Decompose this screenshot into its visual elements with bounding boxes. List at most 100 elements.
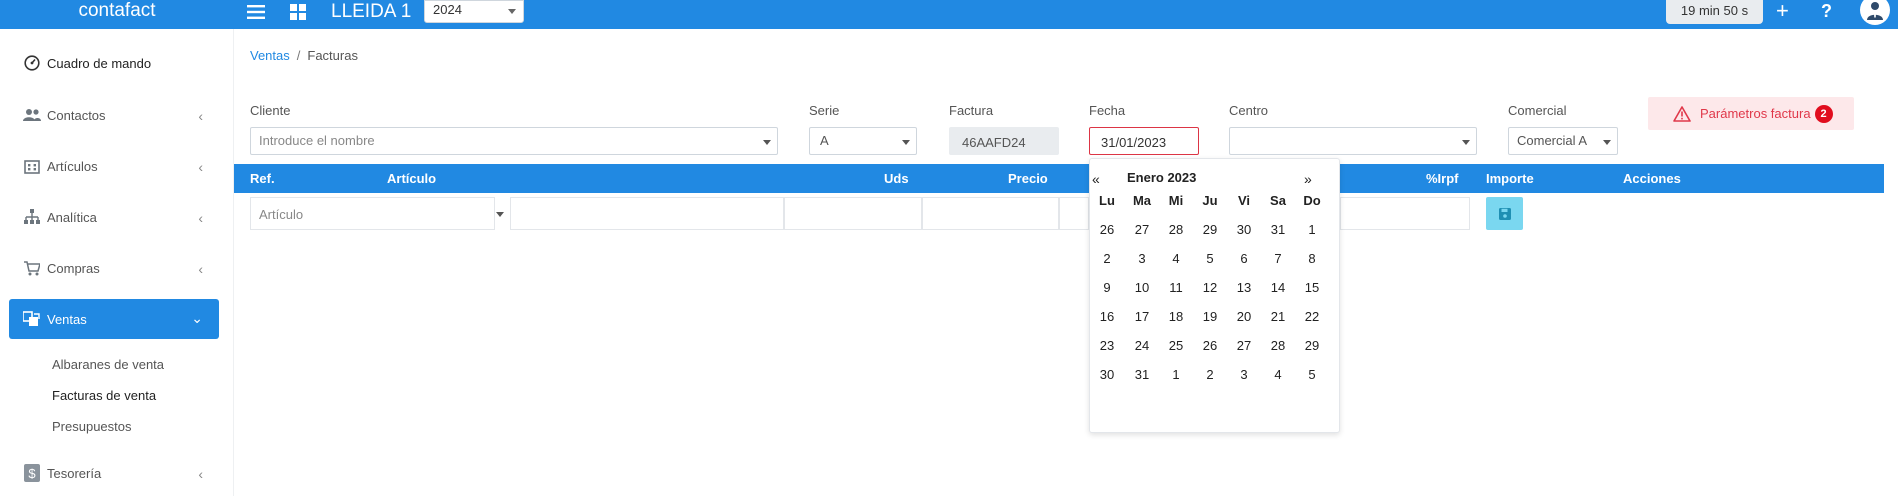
sidebar-item-cuadro-de-mando[interactable]: Cuadro de mando [9, 43, 219, 83]
datepicker-next-button[interactable]: » [1304, 171, 1312, 187]
datepicker-day[interactable]: 28 [1159, 222, 1193, 237]
sidebar-item-ventas[interactable]: Ventas ⌄ [9, 299, 219, 339]
datepicker-day[interactable]: 11 [1159, 280, 1193, 295]
datepicker-day[interactable]: 21 [1261, 309, 1295, 324]
menu-toggle-icon[interactable] [245, 2, 267, 22]
sidebar-item-contactos[interactable]: Contactos ‹ [9, 95, 219, 135]
datepicker-day[interactable]: 4 [1261, 367, 1295, 382]
datepicker-day[interactable]: 24 [1125, 338, 1159, 353]
datepicker-day[interactable]: 28 [1261, 338, 1295, 353]
top-navbar: contafact LLEIDA 1 2024 19 min 50 s + ? [0, 0, 1898, 29]
sidebar-item-tesoreria[interactable]: $ Tesorería ‹ [9, 453, 219, 493]
save-line-button[interactable] [1486, 197, 1523, 230]
sitemap-icon [23, 208, 41, 226]
datepicker-day[interactable]: 29 [1193, 222, 1227, 237]
datepicker-day[interactable]: 3 [1227, 367, 1261, 382]
datepicker-day[interactable]: 4 [1159, 251, 1193, 266]
datepicker-day[interactable]: 5 [1193, 251, 1227, 266]
datepicker-day[interactable]: 7 [1261, 251, 1295, 266]
sidebar-item-articulos[interactable]: Artículos ‹ [9, 146, 219, 186]
warning-icon [1673, 105, 1691, 122]
datepicker-day[interactable]: 12 [1193, 280, 1227, 295]
cliente-placeholder: Introduce el nombre [259, 133, 375, 148]
datepicker-day[interactable]: 10 [1125, 280, 1159, 295]
col-acciones: Acciones [1623, 171, 1681, 186]
year-select[interactable]: 2024 [424, 0, 524, 23]
datepicker-day[interactable]: 6 [1227, 251, 1261, 266]
factura-value: 46AAFD24 [962, 135, 1026, 150]
centro-select[interactable] [1229, 127, 1477, 155]
precio-input[interactable] [922, 197, 1059, 230]
parametros-factura-label: Parámetros factura [1700, 106, 1811, 121]
sidebar-item-label: Ventas [47, 311, 87, 327]
serie-select[interactable]: A [809, 127, 917, 155]
datepicker-day[interactable]: 17 [1125, 309, 1159, 324]
serie-label: Serie [809, 103, 840, 118]
datepicker-day[interactable]: 5 [1295, 367, 1329, 382]
datepicker-day[interactable]: 26 [1090, 222, 1124, 237]
sidebar-item-label: Compras [47, 260, 100, 276]
add-button[interactable]: + [1776, 0, 1789, 22]
apps-grid-icon[interactable] [287, 2, 309, 22]
session-timer: 19 min 50 s [1666, 0, 1763, 24]
descripcion-input[interactable] [510, 197, 784, 230]
col-precio: Precio [1008, 171, 1048, 186]
datepicker-day[interactable]: 13 [1227, 280, 1261, 295]
datepicker-day[interactable]: 1 [1159, 367, 1193, 382]
datepicker-day[interactable]: 15 [1295, 280, 1329, 295]
chevron-down-icon: ⌄ [191, 310, 203, 326]
datepicker-day[interactable]: 23 [1090, 338, 1124, 353]
breadcrumb-current: Facturas [307, 48, 358, 63]
col-articulo: Artículo [387, 171, 437, 186]
parametros-factura-button[interactable]: Parámetros factura 2 [1648, 97, 1854, 130]
sidebar-item-compras[interactable]: Compras ‹ [9, 248, 219, 288]
sidebar-subitem-albaranes[interactable]: Albaranes de venta [52, 357, 164, 372]
datepicker-weekday: Vi [1237, 193, 1251, 208]
datepicker-day[interactable]: 30 [1090, 367, 1124, 382]
datepicker-day[interactable]: 27 [1125, 222, 1159, 237]
user-avatar[interactable] [1860, 0, 1890, 25]
datepicker-day[interactable]: 2 [1090, 251, 1124, 266]
cliente-select[interactable]: Introduce el nombre [250, 127, 778, 155]
sidebar-item-label: Cuadro de mando [47, 55, 152, 71]
company-name: LLEIDA 1 [331, 1, 412, 22]
parametros-count-badge: 2 [1814, 104, 1833, 123]
sales-icon [23, 310, 41, 328]
datepicker-day[interactable]: 25 [1159, 338, 1193, 353]
datepicker-day[interactable]: 31 [1125, 367, 1159, 382]
chevron-down-icon [508, 9, 516, 14]
datepicker-day[interactable]: 27 [1227, 338, 1261, 353]
brand-logo[interactable]: contafact [0, 0, 234, 29]
datepicker-day[interactable]: 29 [1295, 338, 1329, 353]
sidebar-subitem-presupuestos[interactable]: Presupuestos [52, 419, 132, 434]
datepicker-day[interactable]: 8 [1295, 251, 1329, 266]
help-button[interactable]: ? [1821, 0, 1832, 22]
chevron-left-icon: ‹ [198, 466, 203, 482]
datepicker-day[interactable]: 31 [1261, 222, 1295, 237]
fecha-input[interactable]: 31/01/2023 [1089, 127, 1199, 155]
datepicker-day[interactable]: 18 [1159, 309, 1193, 324]
sidebar-item-analitica[interactable]: Analítica ‹ [9, 197, 219, 237]
datepicker-day[interactable]: 19 [1193, 309, 1227, 324]
chevron-down-icon [902, 140, 910, 145]
articulo-select[interactable]: Artículo [250, 197, 504, 230]
descuento-input[interactable] [1059, 197, 1089, 230]
comercial-select[interactable]: Comercial A [1508, 127, 1618, 155]
datepicker-day[interactable]: 20 [1227, 309, 1261, 324]
datepicker-day[interactable]: 2 [1193, 367, 1227, 382]
irpf-input[interactable] [1340, 197, 1470, 230]
datepicker-day[interactable]: 14 [1261, 280, 1295, 295]
datepicker-day[interactable]: 3 [1125, 251, 1159, 266]
datepicker-day[interactable]: 1 [1295, 222, 1329, 237]
sidebar-item-label: Artículos [47, 158, 98, 174]
datepicker-day[interactable]: 9 [1090, 280, 1124, 295]
breadcrumb-link-ventas[interactable]: Ventas [250, 48, 290, 63]
datepicker-day[interactable]: 30 [1227, 222, 1261, 237]
datepicker-day[interactable]: 26 [1193, 338, 1227, 353]
datepicker-month-title[interactable]: Enero 2023 [1127, 170, 1196, 185]
datepicker-day[interactable]: 16 [1090, 309, 1124, 324]
datepicker-day[interactable]: 22 [1295, 309, 1329, 324]
sidebar-subitem-facturas[interactable]: Facturas de venta [52, 388, 156, 403]
datepicker-prev-button[interactable]: « [1092, 171, 1100, 187]
uds-input[interactable] [784, 197, 922, 230]
